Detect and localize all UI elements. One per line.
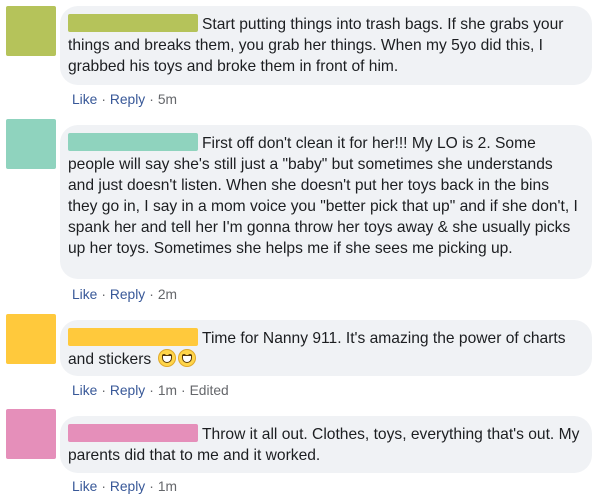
author-name-redacted[interactable] (68, 14, 198, 32)
comment-bubble: Throw it all out. Clothes, toys, everyth… (60, 416, 592, 473)
like-link[interactable]: Like (72, 287, 97, 302)
edited-label[interactable]: Edited (190, 383, 229, 398)
reply-link[interactable]: Reply (110, 92, 145, 107)
separator: · (149, 287, 154, 302)
timestamp[interactable]: 1m (158, 383, 177, 398)
like-link[interactable]: Like (72, 479, 97, 494)
author-name-redacted[interactable] (68, 133, 198, 151)
comment-bubble: Time for Nanny 911. It's amazing the pow… (60, 320, 592, 376)
author-name-redacted[interactable] (68, 328, 198, 346)
avatar[interactable] (6, 6, 56, 56)
timestamp[interactable]: 2m (158, 287, 177, 302)
comment-bubble: Start putting things into trash bags. If… (60, 6, 592, 85)
grinning-face-icon (157, 349, 176, 367)
separator: · (149, 383, 154, 398)
author-name-redacted[interactable] (68, 424, 198, 442)
like-link[interactable]: Like (72, 92, 97, 107)
comment-actions: Like · Reply · 1m · Edited (72, 382, 229, 400)
reply-link[interactable]: Reply (110, 287, 145, 302)
grinning-face-icon (177, 349, 196, 367)
separator: · (149, 479, 154, 494)
separator: · (101, 383, 106, 398)
avatar[interactable] (6, 314, 56, 364)
timestamp[interactable]: 5m (158, 92, 177, 107)
like-link[interactable]: Like (72, 383, 97, 398)
timestamp[interactable]: 1m (158, 479, 177, 494)
separator: · (180, 383, 186, 398)
separator: · (101, 92, 106, 107)
reply-link[interactable]: Reply (110, 383, 145, 398)
comment-bubble: First off don't clean it for her!!! My L… (60, 125, 592, 279)
comment-actions: Like · Reply · 2m (72, 286, 177, 304)
separator: · (101, 287, 106, 302)
reply-link[interactable]: Reply (110, 479, 145, 494)
comment-text: First off don't clean it for her!!! My L… (68, 135, 578, 257)
separator: · (101, 479, 106, 494)
avatar[interactable] (6, 409, 56, 459)
separator: · (149, 92, 154, 107)
avatar[interactable] (6, 119, 56, 169)
comment-actions: Like · Reply · 5m (72, 91, 177, 109)
comment-actions: Like · Reply · 1m (72, 478, 177, 496)
